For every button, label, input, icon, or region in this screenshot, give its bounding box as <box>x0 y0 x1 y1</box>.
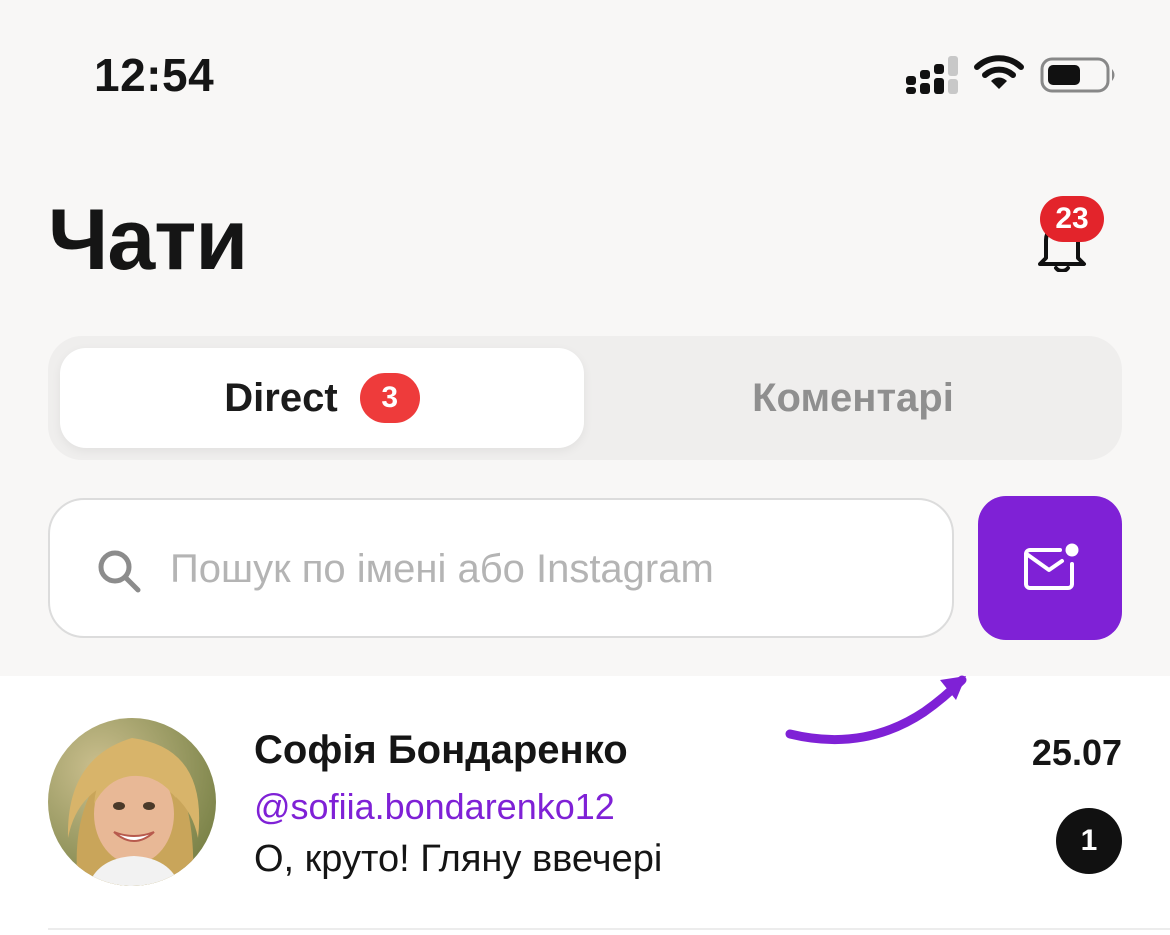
compose-message-button[interactable] <box>978 496 1122 640</box>
tab-comments[interactable]: Коментарі <box>596 348 1110 448</box>
notifications-button[interactable]: 23 <box>1026 196 1116 280</box>
chat-unread-badge: 1 <box>1056 808 1122 874</box>
mail-with-dot-icon <box>1024 543 1079 590</box>
chat-tabs: Direct 3 Коментарі <box>48 336 1122 460</box>
chat-date: 25.07 <box>1031 732 1122 773</box>
signal-icon <box>906 56 958 94</box>
tab-direct-label: Direct <box>224 375 338 420</box>
chat-last-message: О, круто! Гляну ввечері <box>254 838 663 880</box>
search-input[interactable] <box>170 536 930 602</box>
page-title: Чати <box>48 192 248 288</box>
notifications-count-badge: 23 <box>1040 196 1104 242</box>
battery-icon <box>1040 57 1115 93</box>
chat-list-item[interactable]: Софія Бондаренко @sofiia.bondarenko12 О,… <box>0 676 1170 928</box>
status-time: 12:54 <box>94 49 215 101</box>
avatar <box>48 718 216 886</box>
list-divider <box>48 928 1170 930</box>
chat-instagram-handle[interactable]: @sofiia.bondarenko12 <box>254 786 615 828</box>
chat-contact-name: Софія Бондаренко <box>254 728 628 772</box>
tab-direct-badge: 3 <box>359 373 420 423</box>
wifi-icon <box>974 55 1024 89</box>
search-icon <box>98 550 141 593</box>
hint-arrow <box>785 675 967 745</box>
chat-list: Софія Бондаренко @sofiia.bondarenko12 О,… <box>0 676 1170 935</box>
search-bar <box>48 498 954 638</box>
status-bar: 12:54 <box>0 0 1170 150</box>
tab-direct[interactable]: Direct 3 <box>60 348 584 448</box>
